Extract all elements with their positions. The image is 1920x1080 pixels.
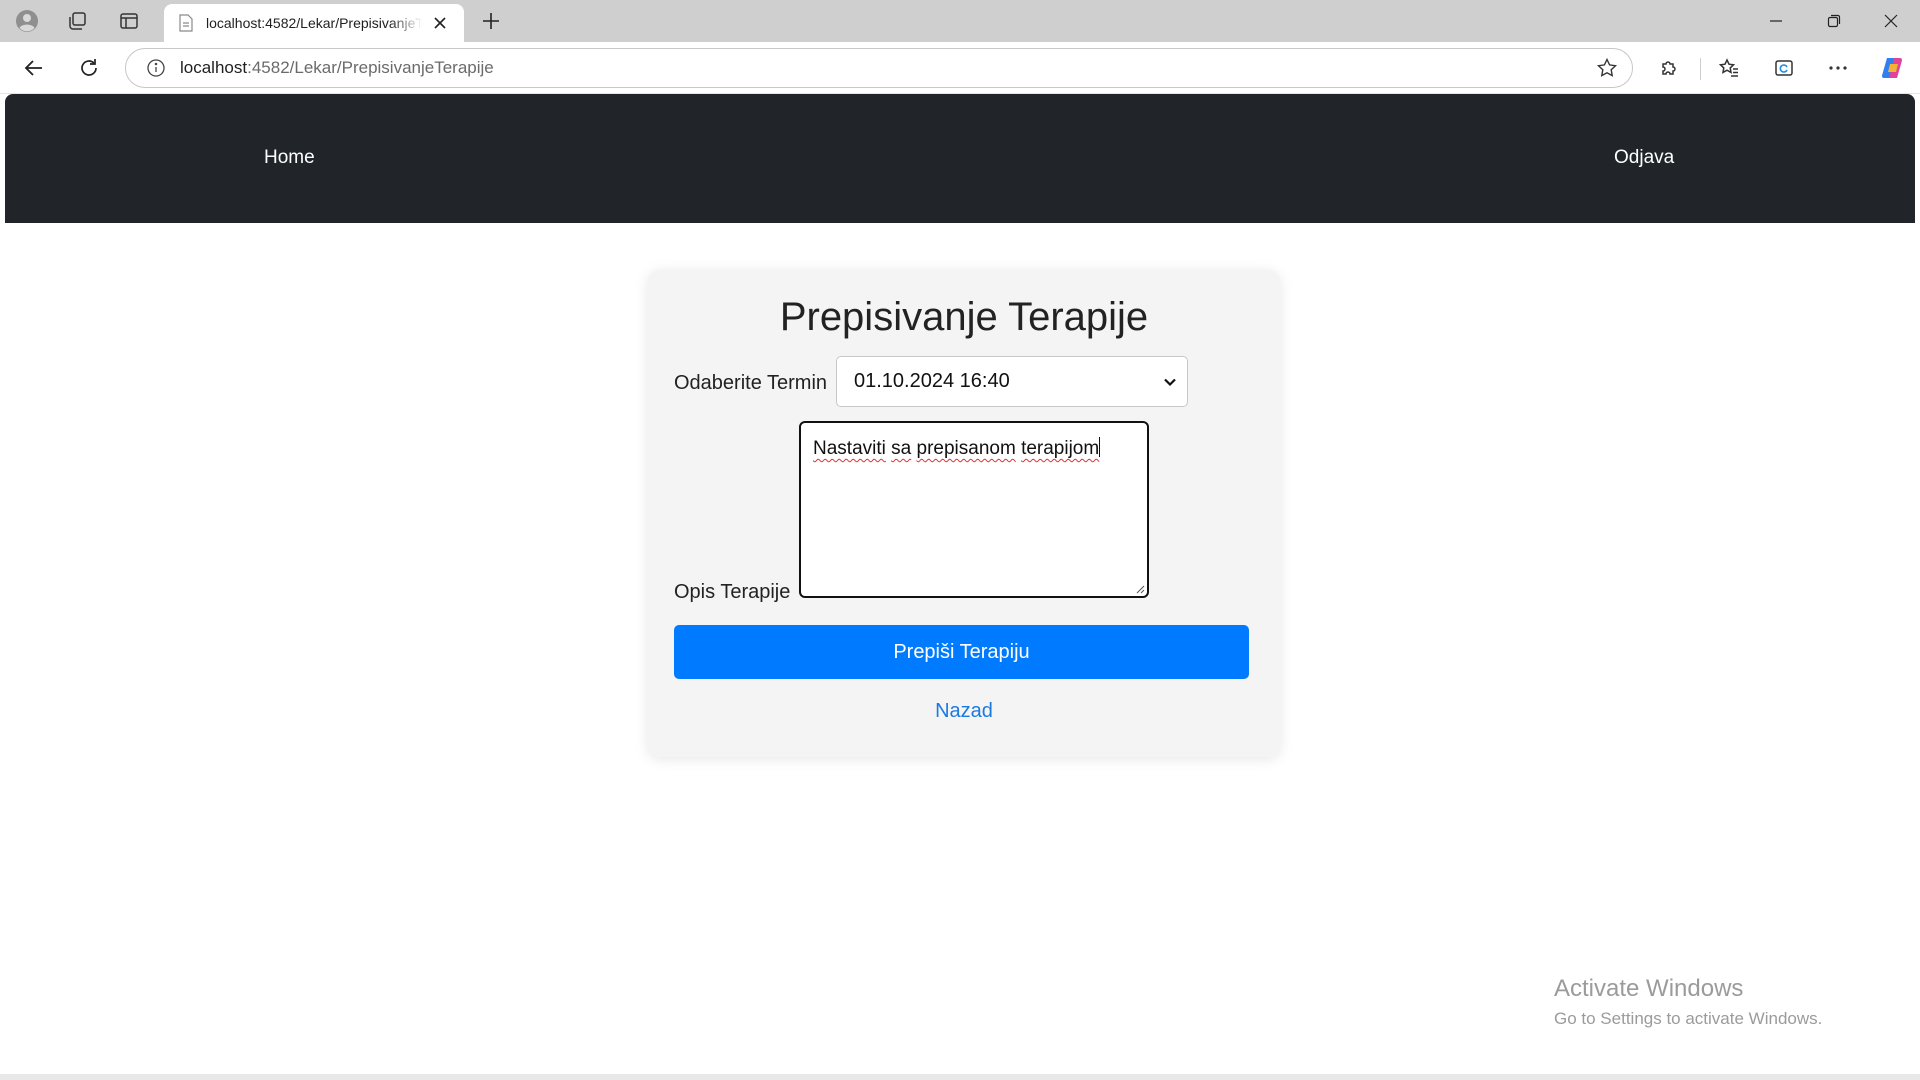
copilot-button[interactable]	[1874, 51, 1910, 85]
new-tab-button[interactable]	[474, 6, 508, 36]
vertical-tabs-button[interactable]	[113, 6, 145, 36]
chevron-down-icon	[1164, 378, 1176, 387]
minimize-button[interactable]	[1747, 0, 1805, 42]
browser-toolbar: localhost:4582/Lekar/PrepisivanjeTerapij…	[0, 42, 1920, 94]
vertical-tabs-icon	[120, 13, 138, 29]
address-bar[interactable]: localhost:4582/Lekar/PrepisivanjeTerapij…	[125, 48, 1633, 88]
url-host: localhost	[180, 58, 248, 77]
restore-icon	[1827, 14, 1841, 28]
top-navbar: Home Odjava	[5, 94, 1915, 223]
profile-button[interactable]	[11, 6, 43, 36]
favorite-button[interactable]	[1596, 57, 1618, 84]
url-text: localhost:4582/Lekar/PrepisivanjeTerapij…	[180, 58, 494, 78]
favorites-button[interactable]	[1711, 51, 1747, 85]
collections-button[interactable]	[1766, 51, 1802, 85]
page-icon	[179, 14, 193, 32]
back-button[interactable]	[16, 51, 52, 85]
reload-button[interactable]	[71, 51, 107, 85]
watermark-subtitle: Go to Settings to activate Windows.	[1554, 1009, 1823, 1028]
browser-tabstrip: localhost:4582/Lekar/PrepisivanjeTerapij…	[0, 0, 1920, 42]
star-icon	[1596, 57, 1618, 77]
more-icon	[1829, 66, 1847, 70]
therapy-form-card: Prepisivanje Terapije Odaberite Termin 0…	[648, 270, 1280, 757]
close-icon	[1884, 14, 1898, 28]
termin-select[interactable]: 01.10.2024 16:40	[836, 356, 1188, 407]
termin-label: Odaberite Termin	[674, 372, 828, 394]
extensions-button[interactable]	[1651, 51, 1687, 85]
more-button[interactable]	[1820, 51, 1856, 85]
copilot-icon	[1881, 57, 1903, 79]
minimize-icon	[1770, 20, 1782, 22]
opis-word: sa	[891, 438, 912, 459]
resize-grip-icon[interactable]	[1135, 584, 1145, 594]
profile-icon	[16, 10, 38, 32]
collections-icon	[1775, 60, 1793, 76]
page-viewport: Home Odjava Prepisivanje Terapije Odaber…	[5, 94, 1915, 1074]
tab-title: localhost:4582/Lekar/PrepisivanjeTerapij…	[206, 15, 422, 31]
opis-label: Opis Terapije	[674, 581, 791, 603]
reload-icon	[81, 59, 97, 76]
nav-logout-link[interactable]: Odjava	[1614, 147, 1674, 169]
taskbar-edge	[0, 1074, 1920, 1080]
plus-icon	[483, 13, 499, 29]
workspaces-icon	[69, 12, 86, 30]
close-window-button[interactable]	[1862, 0, 1920, 42]
close-tab-button[interactable]	[428, 11, 452, 35]
active-tab[interactable]: localhost:4582/Lekar/PrepisivanjeTerapij…	[164, 4, 464, 42]
termin-selected-value: 01.10.2024 16:40	[854, 370, 1010, 392]
text-caret	[1099, 437, 1101, 457]
toolbar-separator	[1700, 58, 1701, 80]
opis-word: terapijom	[1021, 438, 1100, 459]
restore-button[interactable]	[1805, 0, 1863, 42]
back-arrow-icon	[24, 60, 42, 76]
puzzle-icon	[1662, 61, 1676, 75]
favorites-icon	[1718, 58, 1738, 77]
info-icon[interactable]	[146, 58, 166, 78]
url-path: :4582/Lekar/PrepisivanjeTerapije	[247, 58, 494, 77]
opis-word: prepisanom	[916, 438, 1016, 459]
close-icon	[434, 17, 446, 29]
submit-therapy-button[interactable]: Prepiši Terapiju	[674, 625, 1249, 679]
opis-textarea[interactable]: Nastaviti sa prepisanom terapijom	[799, 421, 1149, 598]
activation-watermark: Activate Windows Go to Settings to activ…	[1554, 975, 1822, 1029]
nav-home-link[interactable]: Home	[264, 147, 315, 169]
workspaces-button[interactable]	[61, 6, 93, 36]
page-title: Prepisivanje Terapije	[779, 295, 1149, 339]
opis-word: Nastaviti	[813, 438, 886, 459]
back-link[interactable]: Nazad	[648, 700, 1280, 723]
watermark-title: Activate Windows	[1554, 975, 1744, 1002]
